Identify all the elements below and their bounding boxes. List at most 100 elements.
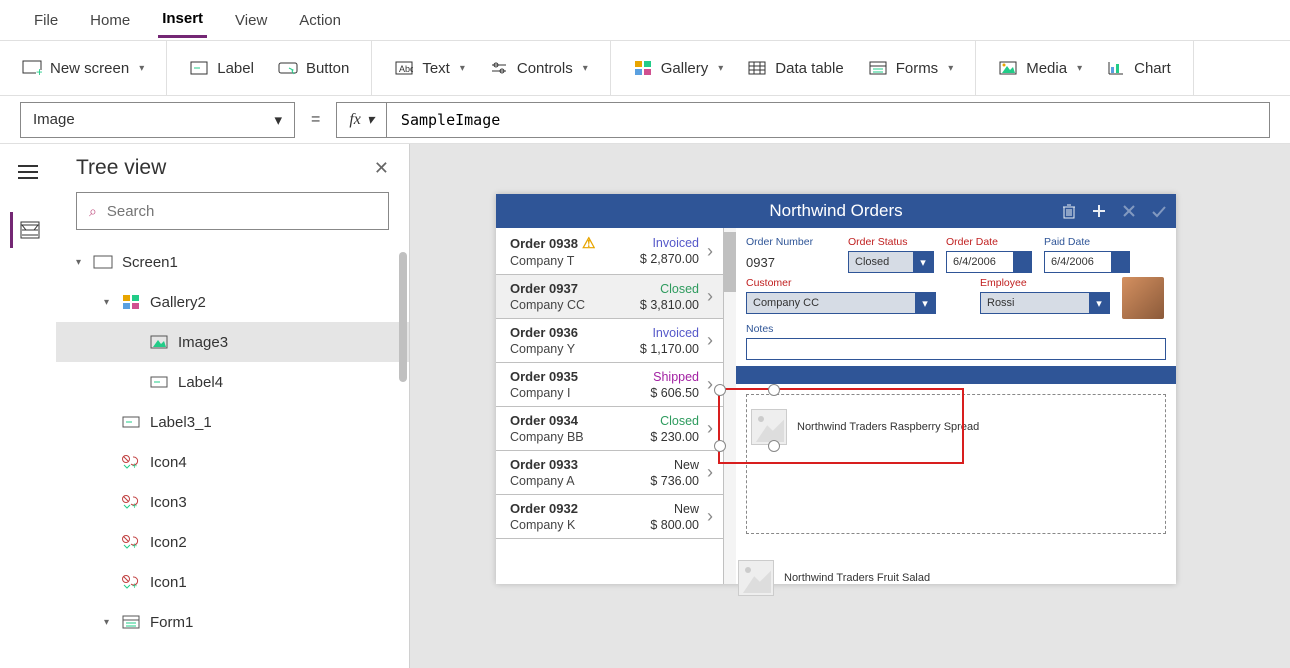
hamburger-button[interactable]	[10, 154, 46, 190]
order-amount: $ 2,870.00	[640, 252, 699, 266]
formula-bar: Image ▾ = fx ▾	[0, 96, 1290, 144]
cancel-icon[interactable]	[1118, 200, 1140, 222]
menu-home[interactable]: Home	[86, 4, 134, 37]
chevron-right-icon: ›	[707, 418, 713, 439]
chart-button[interactable]: Chart	[1094, 52, 1183, 84]
company-name: Company A	[510, 474, 578, 488]
button-icon	[278, 58, 298, 78]
tree-item-image3[interactable]: Image3	[56, 322, 409, 362]
order-status: New	[650, 502, 699, 516]
order-row[interactable]: Order 0932Company KNew$ 800.00›	[496, 495, 723, 539]
label-icon	[148, 373, 170, 391]
close-icon[interactable]: ✕	[374, 158, 389, 179]
chevron-down-icon: ▾	[367, 111, 374, 128]
label-button[interactable]: Label	[177, 52, 266, 84]
svg-text:Abc: Abc	[399, 64, 413, 74]
new-screen-button[interactable]: + New screen ▾	[10, 52, 156, 84]
media-button[interactable]: Media ▾	[986, 52, 1094, 84]
calendar-icon	[1111, 252, 1129, 272]
company-name: Company Y	[510, 342, 578, 356]
employee-dropdown[interactable]: Rossi▾	[980, 292, 1110, 314]
menu-bar: File Home Insert View Action	[0, 0, 1290, 40]
tree-item-label4[interactable]: Label4	[56, 362, 409, 402]
menu-action[interactable]: Action	[295, 4, 345, 37]
tree-item-icon1[interactable]: +Icon1	[56, 562, 409, 602]
resize-handle[interactable]	[768, 440, 780, 452]
chevron-right-icon: ›	[707, 286, 713, 307]
tree-item-label3_1[interactable]: Label3_1	[56, 402, 409, 442]
resize-handle[interactable]	[714, 384, 726, 396]
chevron-down-icon: ▾	[718, 63, 723, 74]
order-date-input[interactable]: 6/4/2006	[946, 251, 1032, 273]
order-number: Order 0938	[510, 236, 578, 251]
order-row[interactable]: Order 0937Company CCClosed$ 3,810.00›	[496, 275, 723, 319]
chevron-right-icon: ›	[707, 374, 713, 395]
label-icon	[189, 58, 209, 78]
order-amount: $ 736.00	[650, 474, 699, 488]
tree-list: ▾Screen1▾Gallery2Image3Label4Label3_1+Ic…	[56, 242, 409, 668]
tree-item-form1[interactable]: ▾Form1	[56, 602, 409, 642]
property-label: Image	[33, 111, 75, 128]
tree-title: Tree view	[76, 156, 166, 180]
data-table-button[interactable]: Data table	[735, 52, 855, 84]
tree-item-icon2[interactable]: + Icon2	[56, 522, 409, 562]
tree-item-icon3[interactable]: +Icon3	[56, 482, 409, 522]
forms-icon	[868, 58, 888, 78]
order-line-item[interactable]: Northwind Traders Fruit Salad	[724, 560, 944, 596]
tree-search[interactable]: ⌕	[76, 192, 389, 230]
property-dropdown[interactable]: Image ▾	[20, 102, 295, 138]
icons-icon: +	[120, 533, 142, 551]
order-row[interactable]: Order 0936Company YInvoiced$ 1,170.00›	[496, 319, 723, 363]
order-date-label: Order Date	[946, 236, 1032, 248]
button-button[interactable]: Button	[266, 52, 361, 84]
order-row[interactable]: Order 0935Company IShipped$ 606.50›	[496, 363, 723, 407]
tree-item-label: Icon2	[150, 534, 187, 551]
tree-item-label: Screen1	[122, 254, 178, 271]
search-input[interactable]	[107, 203, 376, 220]
media-icon	[998, 58, 1018, 78]
resize-handle[interactable]	[768, 384, 780, 396]
notes-input[interactable]	[746, 338, 1166, 360]
menu-insert[interactable]: Insert	[158, 2, 207, 38]
data-table-label: Data table	[775, 60, 843, 77]
gallery-button[interactable]: Gallery ▾	[621, 52, 736, 84]
menu-view[interactable]: View	[231, 4, 271, 37]
controls-button[interactable]: Controls ▾	[477, 52, 600, 84]
formula-input[interactable]	[386, 102, 1270, 138]
check-icon[interactable]	[1148, 200, 1170, 222]
resize-handle[interactable]	[714, 440, 726, 452]
menu-file[interactable]: File	[30, 4, 62, 37]
text-button[interactable]: Abc Text ▾	[382, 52, 477, 84]
tree-item-gallery2[interactable]: ▾Gallery2	[56, 282, 409, 322]
order-number-value: 0937	[746, 251, 836, 273]
chevron-down-icon: ▾	[915, 293, 935, 313]
forms-button[interactable]: Forms ▾	[856, 52, 966, 84]
scrollbar-thumb[interactable]	[399, 252, 407, 382]
company-name: Company T	[510, 254, 595, 268]
gallery-icon	[120, 293, 142, 311]
left-rail	[0, 144, 56, 668]
text-icon: Abc	[394, 58, 414, 78]
fx-button[interactable]: fx ▾	[336, 102, 386, 138]
app-header: Northwind Orders	[496, 194, 1176, 228]
product-name: Northwind Traders Fruit Salad	[784, 572, 930, 584]
chevron-right-icon: ›	[707, 241, 713, 262]
order-row[interactable]: Order 0938⚠Company TInvoiced$ 2,870.00›	[496, 228, 723, 275]
trash-icon[interactable]	[1058, 200, 1080, 222]
chevron-down-icon: ▾	[274, 111, 282, 129]
order-status-label: Order Status	[848, 236, 934, 248]
add-icon[interactable]	[1088, 200, 1110, 222]
tree-item-label: Image3	[178, 334, 228, 351]
expand-icon: ▾	[104, 297, 120, 308]
tree-item-icon4[interactable]: +Icon4	[56, 442, 409, 482]
warning-icon: ⚠	[582, 234, 595, 252]
customer-dropdown[interactable]: Company CC▾	[746, 292, 936, 314]
order-row[interactable]: Order 0933Company ANew$ 736.00›	[496, 451, 723, 495]
paid-date-input[interactable]: 6/4/2006	[1044, 251, 1130, 273]
tree-view-button[interactable]	[10, 212, 46, 248]
order-status-dropdown[interactable]: Closed▾	[848, 251, 934, 273]
order-row[interactable]: Order 0934Company BBClosed$ 230.00›	[496, 407, 723, 451]
form-icon	[120, 613, 142, 631]
tree-item-screen1[interactable]: ▾Screen1	[56, 242, 409, 282]
employee-label: Employee	[980, 277, 1110, 289]
